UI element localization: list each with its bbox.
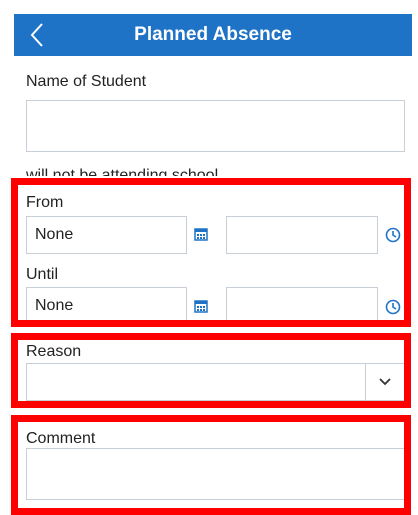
attending-text-wrap: will not be attending school bbox=[26, 160, 326, 176]
attending-text: will not be attending school bbox=[26, 167, 219, 176]
page-title: Planned Absence bbox=[134, 24, 292, 45]
highlight-comment bbox=[11, 415, 411, 515]
student-name-field[interactable] bbox=[26, 100, 405, 152]
header-bar: Planned Absence bbox=[14, 14, 412, 56]
student-name-label: Name of Student bbox=[26, 73, 147, 90]
highlight-dates bbox=[11, 178, 411, 327]
chevron-left-icon[interactable] bbox=[26, 20, 48, 50]
highlight-reason bbox=[11, 333, 411, 408]
student-name-value bbox=[27, 110, 35, 127]
